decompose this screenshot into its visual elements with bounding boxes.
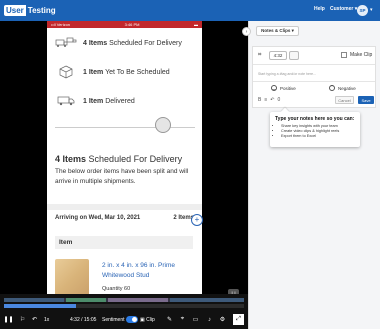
clip-icon: ▣: [140, 317, 145, 323]
summary-description: The below order items have been split an…: [55, 168, 189, 185]
customer-menu[interactable]: Customer ▾: [330, 6, 357, 12]
status-row-label: Yet To Be Scheduled: [105, 68, 170, 76]
status-row-text: 4 Items Scheduled For Delivery: [83, 40, 182, 47]
checkbox-box[interactable]: [341, 52, 347, 58]
skip-back-icon[interactable]: ↶: [30, 315, 39, 324]
clip-label: Clip: [146, 317, 155, 323]
box-icon: [55, 65, 77, 79]
smile-icon: ‿: [271, 85, 277, 91]
list-icon[interactable]: ≡: [264, 97, 267, 103]
volume-icon[interactable]: ♪: [205, 315, 214, 324]
save-button[interactable]: Save: [358, 96, 374, 104]
track-segment: [108, 298, 168, 302]
caption-icon[interactable]: ▭: [191, 315, 200, 324]
truck-icon: [55, 95, 77, 107]
status-row-scheduled: 4 Items Scheduled For Delivery: [55, 37, 182, 49]
product-name-link[interactable]: 2 in. x 4 in. x 96 in. Prime Whitewood S…: [102, 261, 192, 281]
sentiment-label: Sentiment: [102, 317, 125, 323]
fullscreen-button[interactable]: ⤢: [233, 314, 244, 325]
product-image[interactable]: [55, 259, 89, 294]
top-bar: User Testing Help Customer ▾ SP ▾: [0, 0, 380, 21]
tooltip-title: Type your notes here so you can:: [275, 116, 355, 122]
marker-icon[interactable]: ⚐: [18, 315, 27, 324]
cancel-button[interactable]: Cancel: [335, 96, 354, 104]
status-row-count: 4 Items: [83, 39, 108, 47]
status-row-delivered: 1 Item Delivered: [55, 95, 135, 107]
carrier-text: ••ll Verizon: [51, 22, 71, 27]
annotation-track[interactable]: [4, 298, 244, 302]
status-row-count: 1 Item: [83, 68, 104, 76]
phone-time: 3:46 PM: [124, 22, 140, 27]
transcript-icon[interactable]: ✎: [165, 315, 174, 324]
status-row-label: Delivered: [105, 97, 135, 105]
track-segment: [170, 298, 244, 302]
make-clip-label: Make Clip: [350, 52, 373, 58]
phone-screen: ••ll Verizon 3:46 PM ▬ 4 Items Scheduled…: [47, 21, 202, 294]
logo-user-text: User: [4, 5, 26, 16]
summary-count: 4 Items: [55, 154, 87, 164]
tooltip-item: Export them to Excel: [281, 134, 355, 139]
avatar[interactable]: SP: [357, 5, 368, 16]
status-row-unscheduled: 1 Item Yet To Be Scheduled: [55, 65, 170, 79]
divider: [55, 127, 195, 128]
timestamp-field[interactable]: 4:32: [269, 51, 287, 60]
logo-testing-text: Testing: [27, 6, 56, 15]
arriving-date: Arriving on Wed, Mar 10, 2021: [55, 215, 141, 221]
progress-fill: [4, 304, 76, 308]
onboarding-tooltip: Type your notes here so you can: Share k…: [270, 112, 360, 147]
status-row-label: Scheduled For Delivery: [109, 39, 182, 47]
undo-icon[interactable]: ↶: [270, 97, 274, 103]
battery-icon: ▬: [194, 22, 198, 27]
trucks-icon: [55, 37, 77, 49]
status-row-text: 1 Item Delivered: [83, 98, 135, 105]
negative-label: Negative: [338, 85, 356, 91]
track-segment: [66, 298, 106, 302]
account-caret-icon[interactable]: ▾: [370, 7, 373, 13]
timestamp-sync-button[interactable]: [289, 51, 299, 60]
settings-icon[interactable]: ⚙: [218, 315, 227, 324]
summary-label: Scheduled For Delivery: [88, 154, 183, 164]
pause-button[interactable]: ❚❚: [3, 315, 13, 324]
add-button[interactable]: +: [191, 214, 203, 226]
collapse-panel-button[interactable]: ›: [242, 27, 251, 36]
item-column-header: Item: [55, 236, 193, 249]
summary-title: 4 Items Scheduled For Delivery: [55, 154, 202, 164]
notes-clips-dropdown[interactable]: Notes & Clips ▾: [256, 26, 299, 36]
customer-label: Customer: [330, 6, 354, 12]
track-segment: [4, 298, 64, 302]
speed-control[interactable]: 1x: [44, 317, 49, 323]
positive-label: Positive: [280, 85, 296, 91]
sentiment-toggle[interactable]: [126, 316, 138, 323]
positive-sentiment-button[interactable]: ‿ Positive: [271, 85, 296, 91]
progress-track[interactable]: [4, 304, 244, 308]
bold-icon[interactable]: B: [258, 97, 261, 103]
clip-button[interactable]: ▣ Clip: [140, 317, 155, 323]
status-row-count: 1 Item: [83, 97, 104, 105]
phone-status-bar: ••ll Verizon 3:46 PM ▬: [47, 21, 202, 28]
status-row-text: 1 Item Yet To Be Scheduled: [83, 69, 170, 76]
time-display: 4:32 / 15:05: [70, 317, 97, 323]
clip-tool-icon[interactable]: ⌗: [258, 52, 261, 59]
char-count: 0: [277, 97, 281, 103]
tooltip-list: Share key insights with your team Create…: [275, 124, 355, 139]
tag-icon[interactable]: ⌖: [178, 315, 187, 324]
product-quantity: Quantity 60: [102, 286, 131, 292]
negative-sentiment-button[interactable]: ⁀ Negative: [329, 85, 356, 91]
logo[interactable]: User Testing: [4, 4, 56, 17]
help-link[interactable]: Help: [314, 6, 325, 12]
video-player[interactable]: ••ll Verizon 3:46 PM ▬ 4 Items Scheduled…: [0, 21, 248, 294]
section-separator: [47, 204, 202, 210]
frown-icon: ⁀: [329, 85, 335, 91]
slider-handle[interactable]: [155, 117, 171, 133]
note-input[interactable]: Start typing a #tag and/or note here...: [253, 64, 375, 82]
note-editor: ⌗ 4:32 Make Clip Start typing a #tag and…: [252, 46, 376, 108]
make-clip-checkbox[interactable]: Make Clip: [341, 52, 372, 58]
format-toolbar: B ≡ ↶ 0: [258, 97, 280, 103]
